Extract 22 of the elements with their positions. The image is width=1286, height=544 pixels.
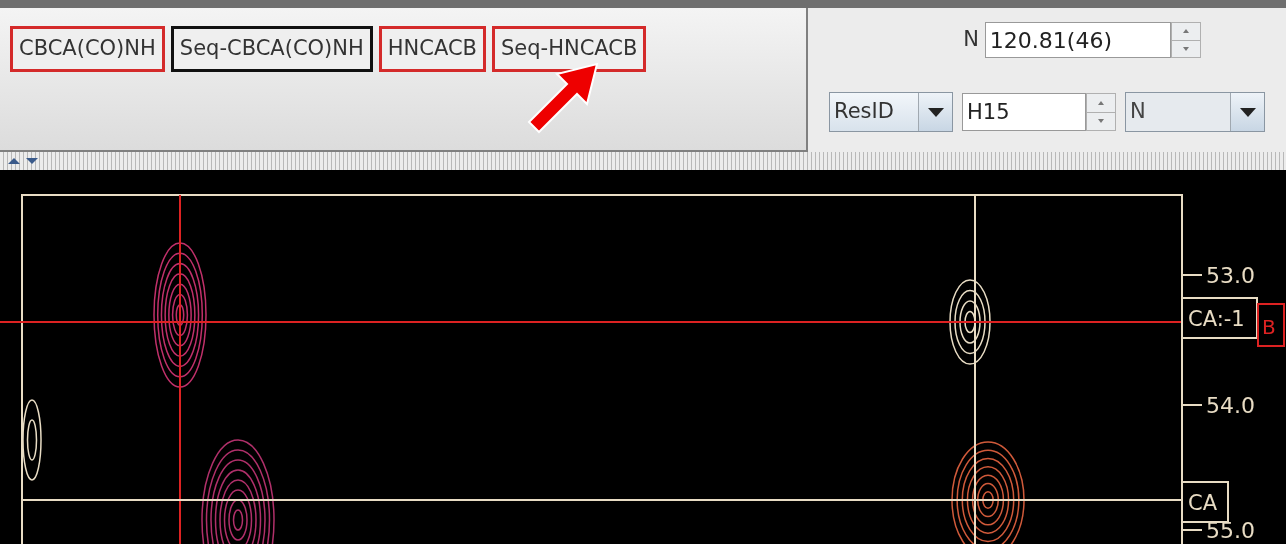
residue-field[interactable]: H15 [962,93,1086,131]
atom-dropdown[interactable]: N [1125,92,1265,132]
caret-icon [1239,107,1256,117]
field-label: N [963,26,979,54]
experiment-button[interactable]: Seq-CBCA(CO)NH [170,26,373,72]
caret-icon [927,107,944,117]
mode-dropdown[interactable]: ResID [829,92,953,132]
down-icon [1182,46,1189,51]
experiment-button[interactable]: CBCA(CO)NH [10,26,165,72]
tag-label: B [1257,303,1285,347]
up-icon [1098,100,1104,105]
y-axis-tick: 53.0 [1181,263,1255,288]
y-axis-tick: 54.0 [1181,393,1255,418]
spinner[interactable] [1086,93,1116,131]
peak-label: CA:-1 [1181,297,1258,339]
up-icon [1182,29,1189,34]
peak-label: CA [1181,481,1229,523]
experiment-button[interactable]: HNCACB [378,26,486,72]
down-icon [1098,119,1104,124]
spinner[interactable] [1170,22,1201,58]
experiment-button[interactable]: Seq-HNCACB [492,26,647,72]
shift-field[interactable]: 120.81(46) [984,22,1171,58]
